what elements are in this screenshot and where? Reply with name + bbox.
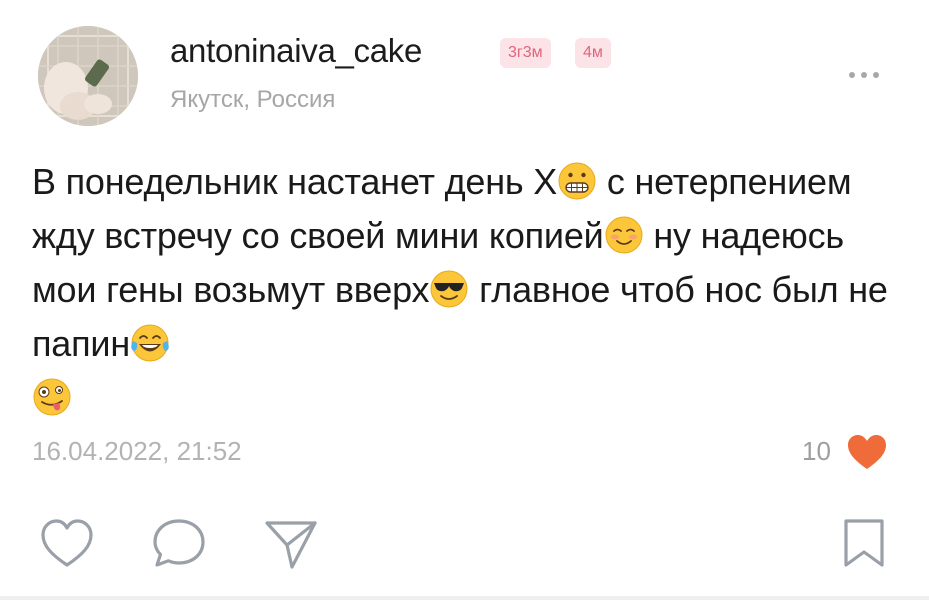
username[interactable]: antoninaiva_cake	[170, 32, 422, 70]
more-dot-icon	[849, 72, 855, 78]
more-dot-icon	[873, 72, 879, 78]
face-with-tears-of-joy-emoji-icon	[130, 323, 170, 363]
post-card: antoninaiva_cake 3г3м 4м Якутск, Россия …	[0, 0, 929, 600]
like-count[interactable]: 10	[802, 436, 831, 467]
zany-face-emoji-icon	[32, 377, 72, 417]
divider	[0, 596, 929, 600]
more-dot-icon	[861, 72, 867, 78]
comment-button[interactable]	[150, 515, 208, 571]
heart-filled-icon[interactable]	[846, 432, 888, 472]
like-button[interactable]	[38, 515, 96, 571]
post-timestamp: 16.04.2022, 21:52	[32, 436, 242, 466]
share-button[interactable]	[262, 515, 320, 571]
post-text-segment: В понедельник настанет день Х	[32, 161, 558, 202]
more-options-button[interactable]	[836, 60, 892, 90]
smiling-face-with-sunglasses-emoji-icon	[429, 269, 469, 309]
post-text: В понедельник настанет день Х с нетерпен…	[32, 155, 902, 425]
bookmark-button[interactable]	[840, 515, 888, 571]
age-badge: 4м	[575, 38, 611, 68]
location-label[interactable]: Якутск, Россия	[170, 86, 335, 114]
smiling-face-blushing-emoji-icon	[604, 215, 644, 255]
avatar[interactable]	[38, 26, 138, 126]
grimacing-face-emoji-icon	[557, 161, 597, 201]
age-badge: 3г3м	[500, 38, 551, 68]
avatar-photo	[38, 26, 138, 126]
